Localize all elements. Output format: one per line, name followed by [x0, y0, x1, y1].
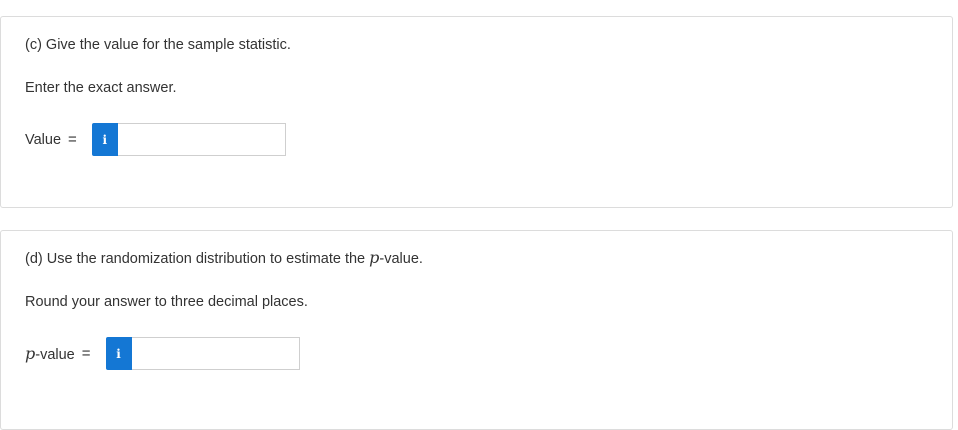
- equals-sign: =: [68, 131, 77, 148]
- question-text-d: (d) Use the randomization distribution t…: [25, 249, 423, 268]
- info-button-c[interactable]: i: [91, 123, 118, 156]
- info-icon: i: [102, 132, 108, 147]
- instruction-text-c: Enter the exact answer.: [25, 80, 177, 96]
- answer-row-d: p-value = i: [25, 337, 300, 370]
- label-suffix-d: -value: [35, 347, 75, 363]
- question-suffix-d: -value.: [379, 251, 423, 267]
- question-prefix-d: (d) Use the randomization distribution t…: [25, 251, 370, 267]
- p-value-label: p-value: [25, 344, 75, 363]
- info-button-d[interactable]: i: [105, 337, 132, 370]
- equals-sign-d: =: [81, 345, 91, 362]
- question-text-c: (c) Give the value for the sample statis…: [25, 37, 291, 53]
- p-value-input[interactable]: [131, 337, 300, 370]
- answer-row-c: Value = i: [25, 123, 286, 156]
- value-label: Value: [25, 131, 62, 148]
- value-input[interactable]: [117, 123, 286, 156]
- question-card-d: (d) Use the randomization distribution t…: [0, 230, 953, 430]
- question-card-c: (c) Give the value for the sample statis…: [0, 16, 953, 208]
- label-p-symbol: p: [25, 344, 36, 363]
- instruction-text-d: Round your answer to three decimal place…: [25, 294, 308, 310]
- question-p-symbol: p: [369, 248, 380, 267]
- info-icon: i: [116, 346, 121, 361]
